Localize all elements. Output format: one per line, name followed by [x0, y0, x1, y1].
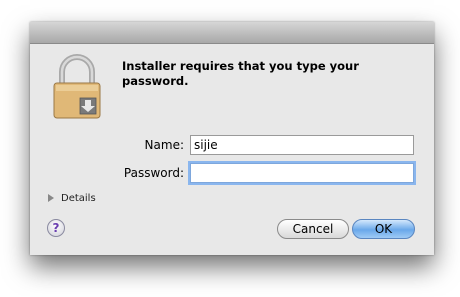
password-field[interactable]: [190, 163, 414, 183]
password-label: Password:: [123, 166, 184, 180]
prompt-message: Installer requires that you type your pa…: [122, 59, 359, 88]
help-icon: ?: [52, 221, 60, 235]
dialog-titlebar[interactable]: [30, 22, 434, 44]
details-toggle[interactable]: Details: [48, 193, 96, 204]
authentication-dialog: Installer requires that you type your pa…: [30, 22, 434, 255]
name-label: Name:: [144, 138, 184, 152]
ok-button[interactable]: OK: [352, 219, 415, 239]
help-button[interactable]: ?: [47, 219, 65, 237]
details-label: Details: [61, 193, 96, 204]
disclosure-triangle-icon[interactable]: [48, 194, 54, 202]
lock-icon: [53, 54, 101, 119]
cancel-button[interactable]: Cancel: [277, 219, 349, 239]
name-field[interactable]: [190, 135, 414, 155]
